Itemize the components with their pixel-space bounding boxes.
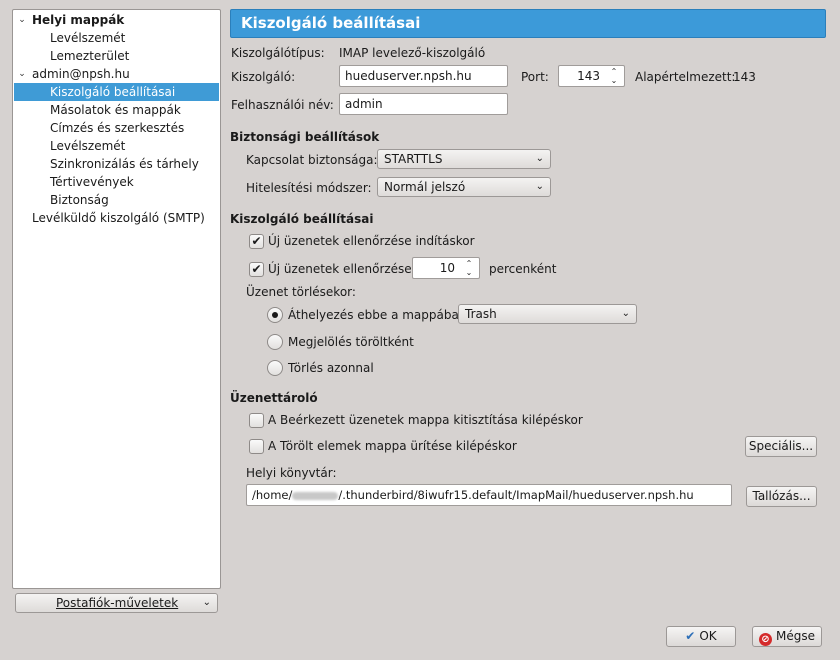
on-delete-label: Üzenet törlésekor: <box>246 285 356 299</box>
account-actions-button[interactable]: Postafiók-műveletek ⌄ <box>15 593 218 613</box>
move-to-folder-radio[interactable] <box>267 307 283 323</box>
chevron-down-icon: ⌄ <box>202 597 211 608</box>
tree-item-junk[interactable]: Levélszemét <box>14 137 219 155</box>
tree-item-receipts[interactable]: Tértivevények <box>14 173 219 191</box>
chevron-down-icon: ⌄ <box>535 153 544 164</box>
tree-item-smtp[interactable]: Levélküldő kiszolgáló (SMTP) <box>14 209 219 227</box>
auth-method-select[interactable]: Normál jelszó ⌄ <box>377 177 551 197</box>
move-to-folder-label: Áthelyezés ebbe a mappába: <box>288 308 463 322</box>
storage-heading: Üzenettároló <box>230 391 318 405</box>
local-directory-input[interactable]: /home/ /.thunderbird/8iwufr15.default/Ima… <box>246 484 732 506</box>
cancel-label: Mégse <box>776 629 815 643</box>
check-interval-spinbox[interactable]: 10 ⌃ ⌄ <box>412 257 480 279</box>
chevron-down-icon: ⌄ <box>621 308 630 319</box>
spin-arrows-icon[interactable]: ⌃ ⌄ <box>608 67 620 85</box>
auth-method-value: Normál jelszó <box>384 180 466 194</box>
server-settings-heading: Kiszolgáló beállításai <box>230 212 374 226</box>
tree-item-disk-space[interactable]: Lemezterület <box>14 47 219 65</box>
port-spinbox[interactable]: 143 ⌃ ⌄ <box>558 65 625 87</box>
connection-security-label: Kapcsolat biztonsága: <box>246 153 378 167</box>
server-host-label: Kiszolgáló: <box>231 70 296 84</box>
username-input[interactable]: admin <box>339 93 508 115</box>
check-every-label: Új üzenetek ellenőrzése <box>268 262 412 276</box>
trash-folder-select[interactable]: Trash ⌄ <box>458 304 637 324</box>
check-on-startup-label: Új üzenetek ellenőrzése indításkor <box>268 234 475 248</box>
default-port-label: Alapértelmezett: <box>635 70 736 84</box>
tree-item-server-settings[interactable]: Kiszolgáló beállításai <box>14 83 219 101</box>
server-host-input[interactable]: hueduserver.npsh.hu <box>339 65 508 87</box>
empty-trash-checkbox[interactable] <box>249 439 264 454</box>
tree-item-copies-folders[interactable]: Másolatok és mappák <box>14 101 219 119</box>
connection-security-select[interactable]: STARTTLS ⌄ <box>377 149 551 169</box>
advanced-button[interactable]: Speciális... <box>745 436 817 457</box>
radio-dot-icon <box>272 312 278 318</box>
per-minutes-label: percenként <box>489 262 557 276</box>
port-label: Port: <box>521 70 549 84</box>
tree-item-local-folders[interactable]: Helyi mappák <box>14 11 219 29</box>
account-tree[interactable]: ⌄ Helyi mappák Levélszemét Lemezterület … <box>12 9 221 589</box>
local-directory-prefix: /home/ <box>252 488 293 502</box>
server-type-label: Kiszolgálótípus: <box>231 46 325 60</box>
mark-deleted-radio[interactable] <box>267 334 283 350</box>
cancel-button[interactable]: ⊘ Mégse <box>752 626 822 647</box>
tree-item-local-junk[interactable]: Levélszemét <box>14 29 219 47</box>
check-interval-value: 10 <box>439 261 455 275</box>
security-heading: Biztonsági beállítások <box>230 130 380 144</box>
connection-security-value: STARTTLS <box>384 152 443 166</box>
local-directory-label: Helyi könyvtár: <box>246 466 337 480</box>
cancel-icon: ⊘ <box>759 633 772 646</box>
check-every-checkbox[interactable]: ✔ <box>249 262 264 277</box>
default-port-value: 143 <box>733 70 756 84</box>
local-directory-suffix: /.thunderbird/8iwufr15.default/ImapMail/… <box>338 488 694 502</box>
clean-inbox-checkbox[interactable] <box>249 413 264 428</box>
server-type-value: IMAP levelező-kiszolgáló <box>339 46 486 60</box>
port-value: 143 <box>577 69 600 83</box>
tree-item-account[interactable]: admin@npsh.hu <box>14 65 219 83</box>
spin-arrows-icon[interactable]: ⌃ ⌄ <box>463 259 475 277</box>
empty-trash-label: A Törölt elemek mappa ürítése kilépéskor <box>268 439 517 453</box>
checkmark-icon: ✔ <box>685 629 696 643</box>
tree-item-security[interactable]: Biztonság <box>14 191 219 209</box>
redacted-username <box>292 492 339 500</box>
ok-button[interactable]: ✔ OK <box>666 626 736 647</box>
delete-immediately-label: Törlés azonnal <box>288 361 374 375</box>
check-on-startup-checkbox[interactable]: ✔ <box>249 234 264 249</box>
page-title: Kiszolgáló beállításai <box>230 9 826 38</box>
tree-item-composition[interactable]: Címzés és szerkesztés <box>14 119 219 137</box>
tree-item-sync-storage[interactable]: Szinkronizálás és tárhely <box>14 155 219 173</box>
delete-immediately-radio[interactable] <box>267 360 283 376</box>
mark-deleted-label: Megjelölés töröltként <box>288 335 414 349</box>
browse-button[interactable]: Tallózás... <box>746 486 817 507</box>
auth-method-label: Hitelesítési módszer: <box>246 181 372 195</box>
ok-label: OK <box>699 629 717 643</box>
trash-folder-value: Trash <box>465 307 497 321</box>
account-actions-label: Postafiók-műveletek <box>56 596 179 610</box>
username-label: Felhasználói név: <box>231 98 334 112</box>
clean-inbox-label: A Beérkezett üzenetek mappa kitisztítása… <box>268 413 583 427</box>
chevron-down-icon: ⌄ <box>535 181 544 192</box>
